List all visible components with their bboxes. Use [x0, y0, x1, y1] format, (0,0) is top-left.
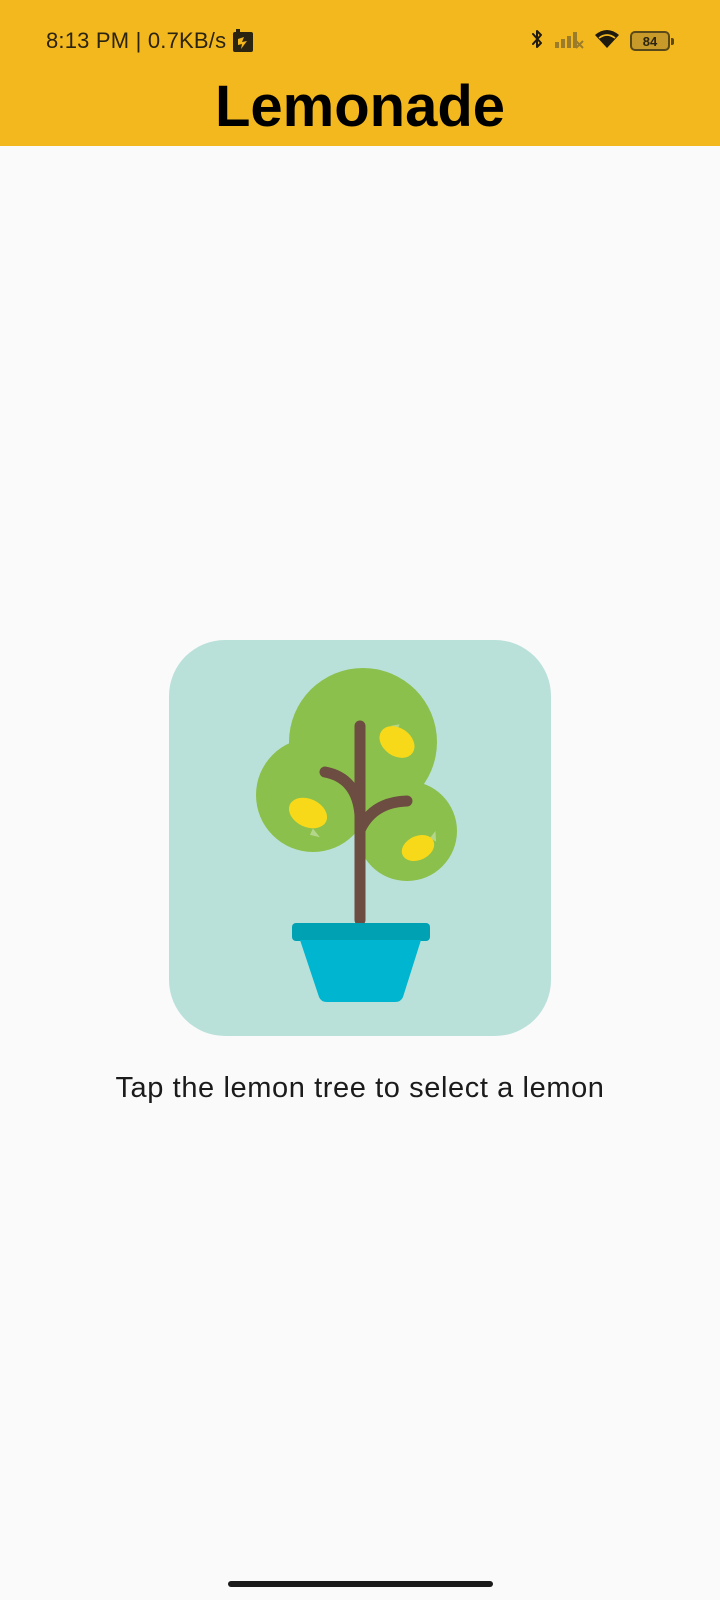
battery-icon: 84 [630, 31, 674, 51]
status-left: 8:13 PM | 0.7KB/s [46, 26, 254, 56]
battery-level: 84 [642, 33, 658, 49]
home-indicator[interactable] [228, 1581, 493, 1587]
bluetooth-icon [530, 28, 544, 55]
instruction-text: Tap the lemon tree to select a lemon [115, 1072, 605, 1104]
app-title: Lemonade [214, 74, 506, 139]
status-right: 84 [530, 26, 674, 56]
wifi-icon [594, 28, 620, 55]
signal-icon [554, 29, 584, 54]
battery-nub [671, 38, 674, 45]
notification-app-icon [232, 29, 254, 53]
lemon-tree-icon [256, 668, 457, 1002]
status-bar: 8:13 PM | 0.7KB/s 84 [0, 0, 720, 80]
app-bar: 8:13 PM | 0.7KB/s 84 Lemonade [0, 0, 720, 146]
status-time-speed: 8:13 PM | 0.7KB/s [46, 28, 227, 53]
lemon-tree-button[interactable] [169, 640, 551, 1036]
